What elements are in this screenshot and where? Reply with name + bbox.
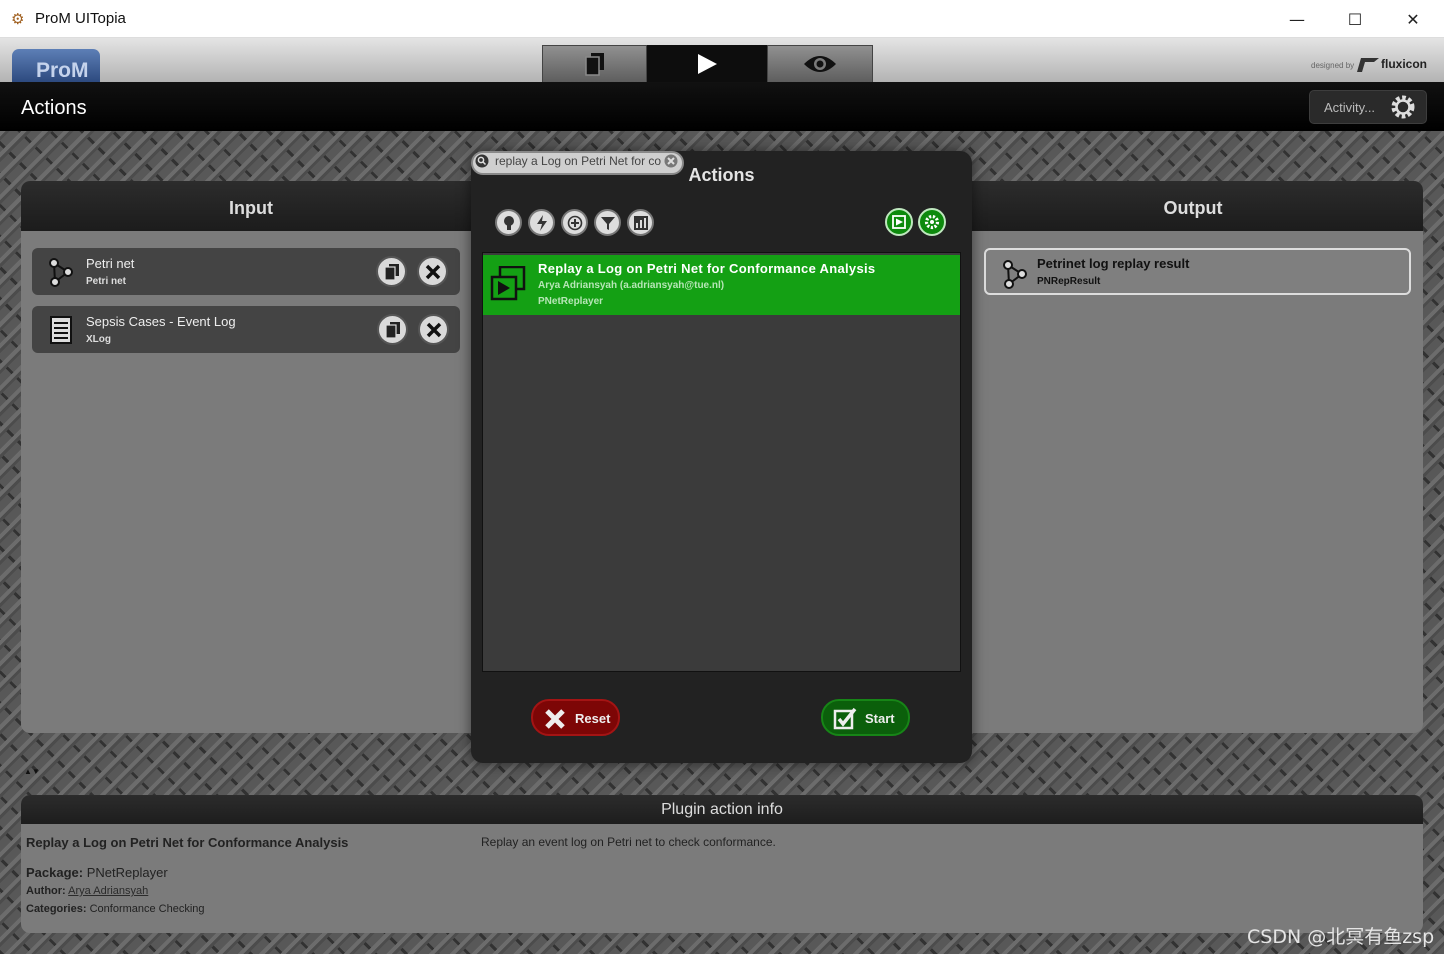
show-plugins-button[interactable]	[885, 208, 913, 236]
input-panel-title: Input	[21, 181, 481, 231]
categories-value: Conformance Checking	[89, 903, 205, 915]
page-title: Actions	[21, 97, 87, 119]
clear-search-icon[interactable]	[664, 154, 678, 168]
bar-chart-icon	[633, 215, 648, 230]
gear-icon	[924, 214, 940, 230]
plugin-play-icon	[490, 266, 526, 301]
search-input[interactable]	[495, 154, 661, 168]
play-frame-icon	[892, 215, 906, 229]
checkbox-icon	[833, 707, 857, 730]
document-icon	[50, 316, 72, 344]
close-icon	[426, 322, 441, 337]
author-link[interactable]: Arya Adriansyah	[68, 885, 148, 897]
window-title: ProM UITopia	[35, 10, 126, 27]
gear-icon[interactable]	[1390, 94, 1416, 120]
author-label: Author:	[26, 885, 66, 897]
chart-filter-button[interactable]	[627, 209, 654, 236]
designed-by-label: designed by	[1311, 61, 1355, 70]
plugin-settings-button[interactable]	[918, 208, 946, 236]
start-label: Start	[865, 711, 895, 726]
tab-views[interactable]	[767, 45, 873, 83]
lightning-icon	[536, 214, 547, 231]
reset-label: Reset	[575, 711, 611, 726]
plugin-author-row: Author: Arya Adriansyah	[26, 885, 148, 897]
maximize-button[interactable]: ☐	[1326, 0, 1384, 38]
add-filter-button[interactable]	[561, 209, 588, 236]
dialog-title: Actions	[688, 165, 755, 185]
prom-logo: ProM	[12, 49, 100, 82]
plus-circle-icon	[567, 215, 582, 230]
output-panel-title: Output	[963, 181, 1423, 231]
close-icon	[425, 264, 440, 279]
object-type: PNRepResult	[1037, 276, 1101, 287]
action-author: Arya Adriansyah (a.adriansyah@tue.nl)	[538, 280, 725, 291]
maximize-icon: ☐	[1347, 9, 1363, 29]
reset-button[interactable]: Reset	[531, 699, 620, 736]
package-label: Package:	[26, 865, 84, 880]
copy-object-button[interactable]	[377, 314, 408, 345]
close-icon: ✕	[1406, 9, 1420, 29]
input-object-petri-net[interactable]: Petri net Petri net	[32, 248, 460, 295]
action-item-selected[interactable]: Replay a Log on Petri Net for Conformanc…	[483, 255, 960, 315]
copy-icon	[384, 321, 400, 339]
lightbulb-filter-button[interactable]	[495, 209, 522, 236]
output-object-replay-result[interactable]: Petrinet log replay result PNRepResult	[984, 248, 1411, 295]
collapse-toggle-icon[interactable]: ▲▼	[24, 768, 40, 776]
input-object-event-log[interactable]: Sepsis Cases - Event Log XLog	[32, 306, 460, 353]
plugin-description: Replay an event log on Petri net to chec…	[481, 835, 776, 849]
minimize-icon: —	[1289, 9, 1305, 29]
actions-header-bar	[0, 82, 1444, 131]
object-name: Petri net	[86, 256, 135, 271]
funnel-filter-button[interactable]	[594, 209, 621, 236]
actions-dialog: Actions Replay a Log on Petri Net for Co…	[471, 151, 972, 763]
package-value: PNetReplayer	[86, 865, 168, 880]
categories-label: Categories:	[26, 903, 87, 915]
start-button[interactable]: Start	[821, 699, 910, 736]
tab-workspace[interactable]	[542, 45, 647, 83]
action-list[interactable]: Replay a Log on Petri Net for Conformanc…	[482, 252, 961, 672]
object-name: Petrinet log replay result	[1037, 256, 1190, 271]
close-icon	[545, 709, 565, 729]
remove-object-button[interactable]	[418, 314, 449, 345]
watermark: CSDN @北冥有鱼zsp	[1247, 926, 1435, 948]
lightning-filter-button[interactable]	[528, 209, 555, 236]
object-type: XLog	[86, 334, 111, 345]
petri-net-icon	[1003, 260, 1027, 289]
remove-object-button[interactable]	[417, 256, 448, 287]
output-panel: Output Petrinet log replay result PNRepR…	[963, 181, 1423, 733]
action-title: Replay a Log on Petri Net for Conformanc…	[538, 261, 876, 276]
input-panel: Input Petri net Petri net Sepsis Cases -…	[21, 181, 481, 733]
lightbulb-icon	[503, 215, 514, 230]
petri-net-icon	[49, 258, 73, 287]
plugin-package-row: Package: PNetReplayer	[26, 865, 168, 880]
prom-app-icon: ⚙	[11, 10, 25, 28]
plugin-categories-row: Categories: Conformance Checking	[26, 903, 205, 915]
fluxicon-brand: fluxicon	[1381, 57, 1428, 71]
plugin-info-title: Plugin action info	[21, 795, 1423, 824]
copy-icon	[383, 263, 399, 281]
activity-label: Activity...	[1324, 100, 1376, 115]
play-icon	[698, 54, 717, 74]
object-name: Sepsis Cases - Event Log	[86, 314, 236, 329]
action-package: PNetReplayer	[538, 296, 604, 307]
minimize-button[interactable]: —	[1268, 0, 1326, 38]
window-titlebar	[0, 0, 1444, 38]
eye-icon	[804, 56, 836, 72]
funnel-icon	[600, 216, 615, 230]
tab-actions[interactable]	[647, 45, 767, 83]
object-type: Petri net	[86, 276, 127, 287]
search-icon	[475, 154, 489, 168]
fluxicon-logo-icon	[1357, 58, 1379, 77]
plugin-name: Replay a Log on Petri Net for Conformanc…	[26, 835, 349, 850]
plugin-info-panel: Plugin action info Replay a Log on Petri…	[21, 795, 1423, 933]
close-window-button[interactable]: ✕	[1384, 0, 1442, 38]
workspace-icon	[584, 53, 604, 76]
copy-object-button[interactable]	[376, 256, 407, 287]
